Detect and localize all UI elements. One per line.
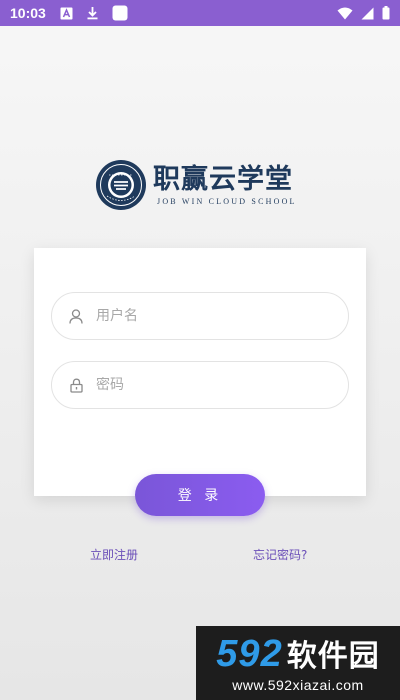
brand-logo: 职赢云学堂 JOB WIN CLOUD SCHOOL [95, 155, 310, 215]
school-seal-icon [96, 160, 146, 210]
download-icon [86, 6, 100, 20]
signal-icon [360, 6, 374, 20]
forgot-password-link[interactable]: 忘记密码? [253, 546, 307, 563]
status-bar: 10:03 [0, 0, 400, 26]
white-square-icon [112, 5, 128, 21]
wifi-icon [337, 6, 353, 20]
status-notification-icons [60, 5, 128, 21]
logo-name-en: JOB WIN CLOUD SCHOOL [157, 197, 297, 206]
logo-name-cn: 职赢云学堂 [153, 164, 293, 195]
status-time: 10:03 [10, 5, 46, 21]
register-link[interactable]: 立即注册 [90, 546, 138, 563]
login-card [34, 248, 366, 496]
username-input[interactable] [96, 308, 326, 324]
lock-icon [68, 377, 84, 393]
watermark-brand: 软件园 [286, 638, 380, 674]
watermark-number: 592 [216, 632, 283, 675]
battery-icon [381, 6, 390, 20]
password-field[interactable] [51, 361, 349, 409]
login-button[interactable]: 登 录 [135, 474, 265, 516]
logo-text: 职赢云学堂 JOB WIN CLOUD SCHOOL [153, 164, 297, 206]
watermark-logo: 592 软件园 [216, 634, 379, 677]
status-system-icons [337, 6, 390, 20]
user-icon [68, 308, 84, 324]
site-watermark: 592 软件园 www.592xiazai.com [196, 626, 400, 700]
password-input[interactable] [96, 377, 326, 393]
app-a-icon [60, 6, 74, 20]
username-field[interactable] [51, 292, 349, 340]
watermark-url: www.592xiazai.com [232, 676, 364, 693]
